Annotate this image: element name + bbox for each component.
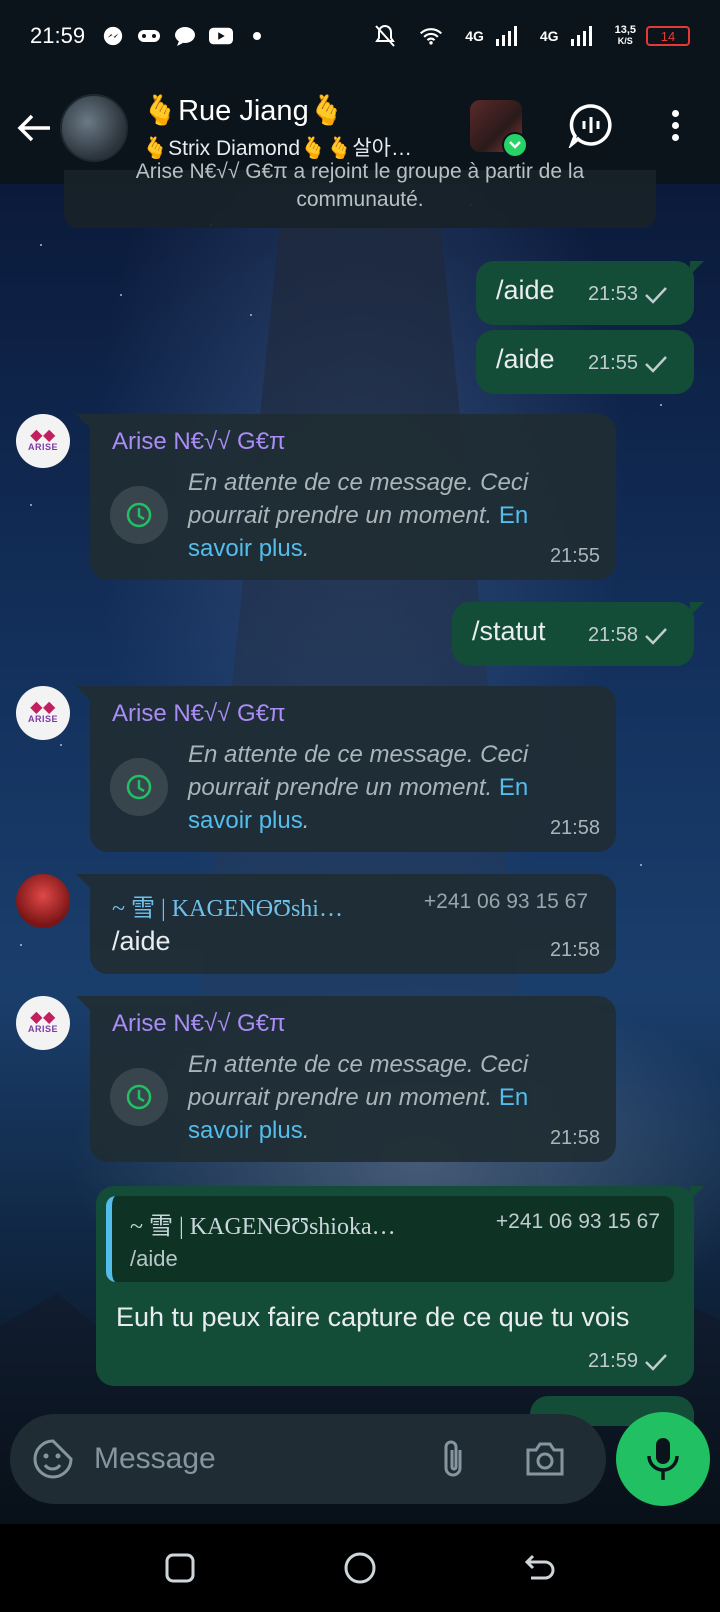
voice-chat-icon bbox=[568, 104, 612, 150]
battery-indicator: 14 bbox=[646, 26, 690, 46]
message-time: 21:58 bbox=[549, 939, 600, 961]
system-message: Arise N€√√ G€π a rejoint le groupe à par… bbox=[64, 160, 656, 228]
mute-bell-icon bbox=[373, 24, 397, 48]
sender-avatar[interactable]: ◆◆ ARISE bbox=[16, 686, 70, 740]
clock-icon bbox=[126, 774, 152, 800]
back-nav-icon bbox=[524, 1554, 555, 1580]
incoming-message[interactable]: ~ 雪 | KAGENƟƱshi… +241 06 93 15 67 /aide… bbox=[76, 874, 616, 974]
message-composer bbox=[10, 1414, 606, 1504]
bubble-tail bbox=[76, 996, 90, 1010]
outgoing-message[interactable]: /aide 21:53 bbox=[476, 261, 704, 325]
voice-record-button[interactable] bbox=[616, 1412, 710, 1506]
status-time: 21:59 bbox=[30, 23, 86, 48]
sender-phone: +241 06 93 15 67 bbox=[423, 890, 588, 913]
bubble-tail bbox=[690, 261, 704, 275]
bubble-tail bbox=[76, 686, 90, 700]
sticker-icon bbox=[33, 1439, 73, 1479]
incoming-message[interactable]: Arise N€√√ G€π En attente de ce message.… bbox=[76, 686, 616, 852]
check-icon bbox=[645, 286, 667, 304]
network-speed: 13,5 K/S bbox=[614, 24, 636, 47]
outgoing-message[interactable]: /aide 21:55 bbox=[476, 330, 694, 394]
attach-button[interactable] bbox=[430, 1436, 476, 1482]
wifi-icon bbox=[419, 24, 443, 48]
sender-name[interactable]: Arise N€√√ G€π bbox=[112, 1010, 286, 1038]
outgoing-message[interactable]: /statut 21:58 bbox=[452, 602, 704, 666]
arise-logo: ◆◆ ARISE bbox=[27, 698, 58, 724]
more-options-button[interactable] bbox=[660, 102, 690, 148]
home-button[interactable] bbox=[338, 1546, 382, 1590]
check-icon bbox=[645, 355, 667, 373]
sticker-button[interactable] bbox=[30, 1436, 76, 1482]
message-input[interactable] bbox=[94, 1432, 394, 1486]
chat-title: 🫰Rue Jiang🫰 bbox=[142, 95, 345, 127]
message-text: Euh tu peux faire capture de ce que tu v… bbox=[116, 1302, 630, 1332]
sender-name[interactable]: ~ 雪 | KAGENƟƱshi… bbox=[112, 888, 343, 923]
message-meta: 21:59 bbox=[588, 1350, 668, 1373]
community-thumbnail[interactable] bbox=[470, 100, 528, 158]
voice-chat-button[interactable] bbox=[568, 102, 614, 150]
camera-icon bbox=[526, 1442, 564, 1476]
sender-avatar[interactable] bbox=[16, 874, 70, 928]
bubble-tail bbox=[690, 602, 704, 616]
waiting-indicator bbox=[110, 758, 168, 816]
quoted-sender: ~ 雪 | KAGENƟƱshioka… bbox=[130, 1214, 396, 1240]
clock-icon bbox=[126, 502, 152, 528]
message-meta: 21:58 bbox=[588, 624, 668, 647]
quoted-text: /aide bbox=[130, 1246, 178, 1271]
message-time: 21:55 bbox=[549, 545, 600, 567]
message-meta: 21:53 bbox=[588, 283, 668, 306]
message-time: 21:58 bbox=[549, 1127, 600, 1149]
notification-dot-icon bbox=[245, 24, 269, 48]
game-icon bbox=[137, 24, 161, 48]
quoted-phone: +241 06 93 15 67 bbox=[495, 1210, 660, 1233]
bubble-tail bbox=[690, 1186, 704, 1200]
arrow-left-icon bbox=[17, 114, 50, 142]
chat-title-area[interactable]: 🫰Rue Jiang🫰 🫰Strix Diamond🫰🫰살아… bbox=[142, 94, 442, 162]
waiting-text: En attente de ce message. Ceci pourrait … bbox=[188, 741, 529, 834]
check-icon bbox=[645, 627, 667, 645]
sender-name[interactable]: Arise N€√√ G€π bbox=[112, 428, 286, 456]
waiting-text: En attente de ce message. Ceci pourrait … bbox=[188, 1051, 529, 1144]
arise-logo: ◆◆ ARISE bbox=[27, 426, 58, 452]
group-avatar[interactable] bbox=[60, 94, 128, 162]
message-meta: 21:55 bbox=[588, 352, 668, 375]
waiting-text: En attente de ce message. Ceci pourrait … bbox=[188, 469, 529, 562]
message-time: 21:58 bbox=[549, 817, 600, 839]
waiting-indicator bbox=[110, 486, 168, 544]
bubble-tail bbox=[76, 874, 90, 888]
bubble-tail bbox=[76, 414, 90, 428]
clock-icon bbox=[126, 1084, 152, 1110]
sender-name[interactable]: Arise N€√√ G€π bbox=[112, 700, 286, 728]
outgoing-reply-message[interactable]: ~ 雪 | KAGENƟƱshioka… +241 06 93 15 67 /a… bbox=[96, 1186, 704, 1386]
quoted-message[interactable]: ~ 雪 | KAGENƟƱshioka… +241 06 93 15 67 /a… bbox=[106, 1196, 674, 1282]
sender-avatar[interactable]: ◆◆ ARISE bbox=[16, 414, 70, 468]
chat-bubbles-icon bbox=[173, 24, 197, 48]
back-nav-button[interactable] bbox=[518, 1546, 562, 1590]
network-2-label: 4G bbox=[539, 28, 559, 44]
paperclip-icon bbox=[444, 1440, 462, 1477]
camera-button[interactable] bbox=[522, 1436, 568, 1482]
messenger-icon bbox=[101, 24, 125, 48]
circle-icon bbox=[344, 1552, 376, 1584]
incoming-message[interactable]: Arise N€√√ G€π En attente de ce message.… bbox=[76, 996, 616, 1162]
recents-button[interactable] bbox=[158, 1546, 202, 1590]
square-icon bbox=[165, 1553, 195, 1583]
waiting-indicator bbox=[110, 1068, 168, 1126]
chevron-down-icon bbox=[502, 132, 528, 158]
network-1-label: 4G bbox=[465, 28, 484, 44]
message-text: /aide bbox=[112, 926, 171, 956]
youtube-icon bbox=[209, 24, 234, 48]
check-icon bbox=[645, 1353, 667, 1371]
more-vert-icon bbox=[671, 109, 679, 117]
incoming-message[interactable]: Arise N€√√ G€π En attente de ce message.… bbox=[76, 414, 616, 580]
arise-logo: ◆◆ ARISE bbox=[27, 1008, 58, 1034]
system-nav-bar bbox=[0, 1524, 720, 1612]
signal-2-icon bbox=[569, 24, 593, 48]
status-bar: 21:59 4G 4G 13,5 K/S 14 bbox=[0, 0, 720, 72]
signal-1-icon bbox=[494, 24, 518, 48]
mic-icon bbox=[647, 1438, 679, 1480]
sender-avatar[interactable]: ◆◆ ARISE bbox=[16, 996, 70, 1050]
back-button[interactable] bbox=[14, 108, 54, 148]
